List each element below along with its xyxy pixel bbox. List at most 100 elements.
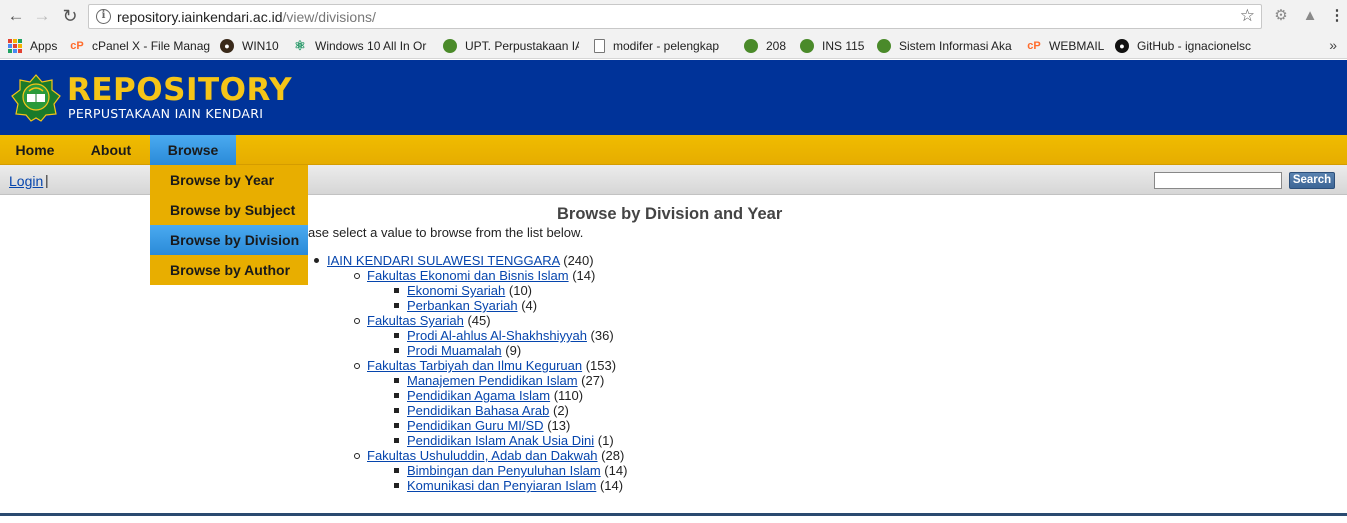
bookmark-star-icon[interactable]: ☆	[1240, 6, 1255, 26]
division-count: (14)	[568, 268, 596, 283]
bookmark-208[interactable]: 208	[744, 37, 786, 55]
division-link[interactable]: Fakultas Ekonomi dan Bisnis Islam	[367, 268, 569, 283]
iain-logo-icon	[800, 39, 814, 53]
list-bullet	[394, 378, 399, 383]
url-text[interactable]: repository.iainkendari.ac.id/view/divisi…	[117, 9, 376, 25]
footer-divider	[0, 513, 1347, 516]
menu-browse[interactable]: Browse	[150, 135, 236, 165]
bookmark-sistem-informasi[interactable]: Sistem Informasi Aka	[877, 37, 1015, 55]
list-bullet	[394, 438, 399, 443]
list-bullet	[354, 273, 360, 279]
list-bullet	[394, 423, 399, 428]
search-button[interactable]: Search	[1289, 172, 1335, 189]
back-arrow-icon[interactable]: ←	[6, 6, 26, 26]
dropdown-browse-by-author[interactable]: Browse by Author	[150, 255, 308, 285]
address-bar[interactable]: i repository.iainkendari.ac.id/view/divi…	[88, 4, 1262, 29]
iain-logo-icon	[877, 39, 891, 53]
page-title: Browse by Division and Year	[557, 205, 783, 223]
search-input[interactable]	[1154, 172, 1282, 189]
menu-home[interactable]: Home	[0, 135, 70, 165]
division-link[interactable]: Perbankan Syariah	[407, 298, 518, 313]
division-count: (9)	[501, 343, 522, 358]
division-count: (10)	[505, 283, 533, 298]
bookmark-cpanel[interactable]: cP cPanel X - File Manag	[70, 37, 210, 55]
login-link[interactable]: Login	[9, 173, 43, 189]
bookmarks-overflow[interactable]: »	[1329, 37, 1337, 53]
iain-logo-icon	[443, 39, 457, 53]
bookmark-upt-perpustakaan[interactable]: UPT. Perpustakaan IA	[443, 37, 579, 55]
bookmark-modifer[interactable]: modifer - pelengkap	[594, 37, 730, 55]
bookmark-github[interactable]: ● GitHub - ignacionelsc	[1115, 37, 1285, 55]
dropdown-browse-by-division[interactable]: Browse by Division	[150, 225, 308, 255]
iain-emblem-logo[interactable]	[11, 74, 61, 122]
menu-kebab-icon[interactable]: ⋮	[1328, 7, 1346, 25]
list-bullet	[354, 318, 360, 324]
menu-about[interactable]: About	[74, 135, 148, 165]
list-bullet	[394, 348, 399, 353]
division-count: (153)	[582, 358, 617, 373]
main-menu: Home About Browse	[0, 135, 1347, 165]
list-bullet	[394, 288, 399, 293]
list-bullet	[394, 483, 399, 488]
bookmarks-bar: Apps cP cPanel X - File Manag ● WIN10 ⚛ …	[0, 33, 1347, 59]
browse-dropdown: Browse by Year Browse by Subject Browse …	[150, 165, 308, 285]
apps-grid-icon	[8, 39, 22, 53]
bookmark-ins115[interactable]: INS 115	[800, 37, 864, 55]
division-count: (27)	[577, 373, 605, 388]
browser-toolbar: ← → ↻ i repository.iainkendari.ac.id/vie…	[0, 0, 1347, 33]
division-link[interactable]: Prodi Muamalah	[407, 343, 502, 358]
cpanel-icon: cP	[70, 40, 84, 52]
bookmark-windows10[interactable]: ⚛ Windows 10 All In Or	[293, 37, 433, 55]
reload-icon[interactable]: ↻	[60, 6, 80, 26]
info-icon[interactable]: i	[96, 9, 111, 24]
division-link[interactable]: IAIN KENDARI SULAWESI TENGGARA	[327, 253, 560, 268]
division-link[interactable]: Pendidikan Islam Anak Usia Dini	[407, 433, 594, 448]
division-count: (45)	[463, 313, 491, 328]
intro-text: ase select a value to browse from the li…	[308, 225, 584, 240]
division-link[interactable]: Fakultas Syariah	[367, 313, 464, 328]
list-bullet	[354, 453, 360, 459]
forward-arrow-icon[interactable]: →	[32, 6, 52, 26]
division-link[interactable]: Manajemen Pendidikan Islam	[407, 373, 578, 388]
division-link[interactable]: Bimbingan dan Penyuluhan Islam	[407, 463, 601, 478]
division-count: (13)	[543, 418, 571, 433]
login-separator: |	[45, 172, 49, 188]
division-link[interactable]: Prodi Al-ahlus Al-Shakhshiyyah	[407, 328, 587, 343]
division-count: (240)	[559, 253, 594, 268]
site-title[interactable]: REPOSITORY	[67, 72, 292, 108]
github-icon: ●	[1115, 39, 1129, 53]
division-count: (36)	[586, 328, 614, 343]
division-link[interactable]: Fakultas Ushuluddin, Adab dan Dakwah	[367, 448, 598, 463]
division-count: (2)	[549, 403, 569, 418]
division-link[interactable]: Ekonomi Syariah	[407, 283, 505, 298]
cpanel-icon: cP	[1027, 40, 1041, 52]
list-bullet	[394, 393, 399, 398]
document-icon	[594, 39, 605, 53]
site-header: REPOSITORY PERPUSTAKAAN IAIN KENDARI	[0, 60, 1347, 135]
site-subtitle: PERPUSTAKAAN IAIN KENDARI	[68, 106, 264, 121]
bookmark-webmail[interactable]: cP WEBMAIL	[1027, 37, 1104, 55]
division-link[interactable]: Fakultas Tarbiyah dan Ilmu Keguruan	[367, 358, 582, 373]
list-bullet	[394, 333, 399, 338]
division-link[interactable]: Pendidikan Guru MI/SD	[407, 418, 544, 433]
iain-logo-icon	[744, 39, 758, 53]
dropdown-browse-by-year[interactable]: Browse by Year	[150, 165, 308, 195]
division-count: (4)	[517, 298, 538, 313]
division-count: (14)	[600, 463, 628, 478]
division-count: (14)	[596, 478, 624, 493]
list-bullet	[394, 303, 399, 308]
division-link[interactable]: Pendidikan Agama Islam	[407, 388, 550, 403]
dropdown-browse-by-subject[interactable]: Browse by Subject	[150, 195, 308, 225]
bookmark-apps[interactable]: Apps	[8, 37, 57, 55]
atom-icon: ⚛	[294, 38, 306, 53]
extension-icon[interactable]: ⚙	[1272, 7, 1290, 25]
bookmark-win10[interactable]: ● WIN10	[220, 37, 279, 55]
division-link[interactable]: Pendidikan Bahasa Arab	[407, 403, 549, 418]
division-count: (28)	[597, 448, 625, 463]
list-bullet	[394, 408, 399, 413]
win10-icon: ●	[220, 39, 234, 53]
division-link[interactable]: Komunikasi dan Penyiaran Islam	[407, 478, 596, 493]
list-bullet	[394, 468, 399, 473]
drive-icon[interactable]: ▲	[1301, 7, 1319, 25]
division-count: (1)	[594, 433, 614, 448]
